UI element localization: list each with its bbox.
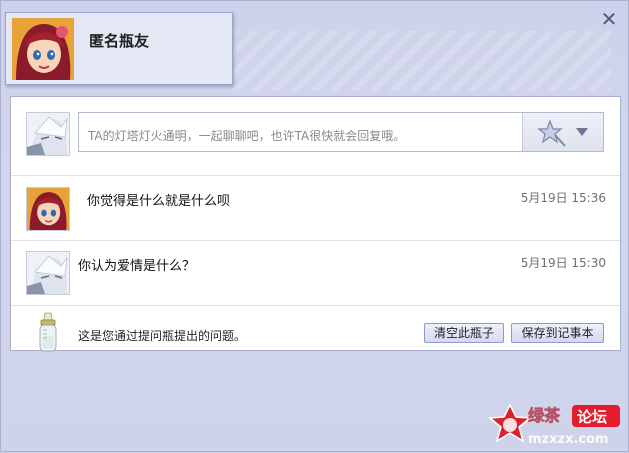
compose-row — [11, 97, 620, 176]
svg-text:论坛: 论坛 — [577, 408, 607, 426]
sender-name: 匿名瓶友 — [89, 32, 150, 50]
compose-box — [78, 112, 604, 152]
message-row: 你认为爱情是什么？ 5月19日 15:30 — [11, 241, 620, 306]
message-row: 你觉得是什么就是什么呗 5月19日 15:36 — [11, 176, 620, 241]
anime-boy-avatar — [26, 112, 70, 156]
clear-bottle-button[interactable]: 清空此瓶子 — [424, 323, 504, 343]
save-to-notebook-button[interactable]: 保存到记事本 — [511, 323, 604, 343]
emote-dropdown-button[interactable] — [522, 113, 603, 151]
site-watermark-logo: 绿茶 论坛 mzxzx.com — [488, 403, 626, 449]
sender-card: 匿名瓶友 — [5, 12, 233, 85]
bottle-dialog: ✕ 匿名瓶友 TA的灯塔灯火通明，一起聊聊吧，也许TA很快就会回复哦。 你觉得是… — [0, 0, 629, 452]
watermark-star-icon: 绿茶 论坛 mzxzx.com — [488, 403, 620, 447]
chevron-down-icon — [576, 128, 588, 136]
magic-wand-icon — [537, 119, 566, 147]
message-text: 你认为爱情是什么？ — [78, 259, 196, 274]
message-time: 5月19日 15:36 — [520, 191, 606, 205]
cartoon-girl-avatar — [12, 18, 74, 80]
conversation-panel: 你觉得是什么就是什么呗 5月19日 15:36 你认为爱情是什么？ 5月19日 … — [10, 96, 621, 352]
close-icon[interactable]: ✕ — [599, 9, 619, 29]
footer-note: 这是您通过提问瓶提出的问题。 — [78, 329, 247, 343]
svg-text:mzxzx.com: mzxzx.com — [528, 432, 609, 447]
reply-input[interactable] — [79, 113, 523, 151]
message-time: 5月19日 15:30 — [520, 256, 606, 270]
message-text: 你觉得是什么就是什么呗 — [87, 194, 231, 209]
baby-bottle-icon — [39, 312, 57, 352]
anime-boy-avatar — [26, 251, 70, 295]
svg-text:绿茶: 绿茶 — [528, 406, 561, 425]
cartoon-girl-avatar — [26, 187, 70, 231]
